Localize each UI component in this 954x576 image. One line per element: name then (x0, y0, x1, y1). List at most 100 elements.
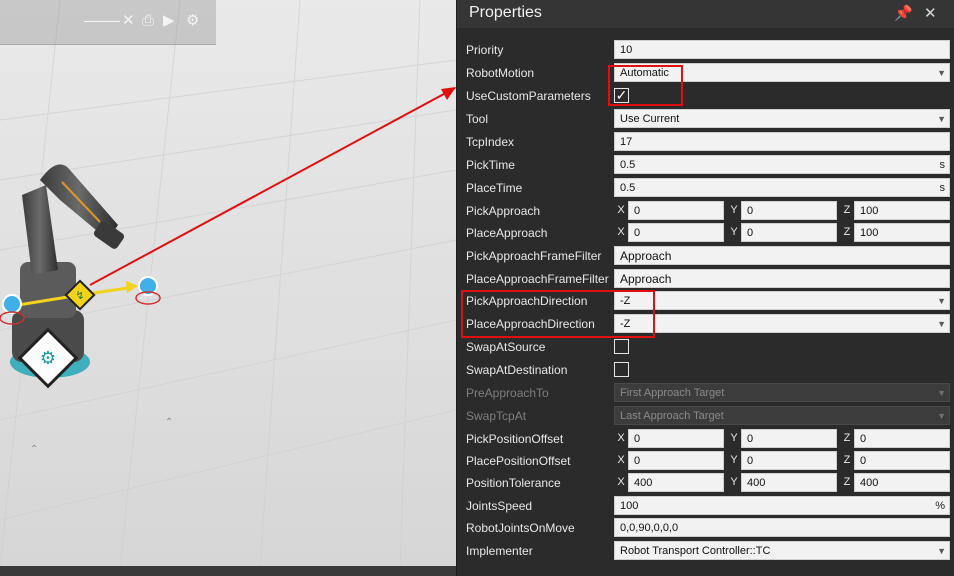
property-row-position-tolerance: PositionTolerance X 400 Y 400 Z 400 (457, 472, 954, 494)
joints-speed-value: 100 (620, 500, 639, 512)
chevron-down-icon: ▼ (937, 114, 946, 124)
pick-approach-y-input[interactable]: 0 (741, 201, 837, 220)
unit-label: % (935, 500, 945, 512)
z-axis-label: Z (840, 223, 854, 242)
property-row-place-approach-frame-filter: PlaceApproachFrameFilter Approach (457, 268, 954, 290)
viewport-toolbar: ✕ ⎙ ▶ ⚙ (0, 0, 216, 45)
pick-time-value: 0.5 (620, 159, 636, 171)
swap-tcp-at-select: Last Approach Target ▼ (614, 406, 950, 425)
y-axis-label: Y (727, 473, 741, 492)
source-target-point (2, 294, 22, 314)
priority-input[interactable]: 10 (614, 40, 950, 59)
property-row-tcp-index: TcpIndex 17 (457, 131, 954, 153)
chevron-down-icon: ▼ (937, 388, 946, 398)
unit-label: s (939, 182, 946, 194)
property-row-implementer: Implementer Robot Transport Controller::… (457, 540, 954, 562)
swap-tcp-at-value: Last Approach Target (620, 410, 724, 422)
pick-approach-direction-select[interactable]: -Z ▼ (614, 291, 950, 310)
pick-approach-frame-filter-input[interactable]: Approach (614, 246, 950, 265)
z-axis-label: Z (840, 201, 854, 220)
property-label: SwapTcpAt (466, 409, 527, 423)
property-row-tool: Tool Use Current ▼ (457, 108, 954, 130)
tool-select[interactable]: Use Current ▼ (614, 109, 950, 128)
property-row-pick-position-offset: PickPositionOffset X 0 Y 0 Z 0 (457, 428, 954, 450)
pdf-export-icon[interactable]: ⎙ (142, 10, 154, 32)
place-approach-z-input[interactable]: 100 (854, 223, 950, 242)
property-label: SwapAtDestination (466, 363, 568, 377)
pick-approach-x-input[interactable]: 0 (628, 201, 724, 220)
place-time-input[interactable]: 0.5 s (614, 178, 950, 197)
pick-time-input[interactable]: 0.5 s (614, 155, 950, 174)
place-approach-frame-filter-value: Approach (620, 272, 672, 286)
x-axis-label: X (614, 223, 628, 242)
close-icon[interactable]: ✕ (924, 4, 937, 22)
annotation-arrow-line (89, 87, 456, 286)
place-position-offset-x-input[interactable]: 0 (628, 451, 724, 470)
y-axis-label: Y (727, 429, 741, 448)
x-axis-label: X (614, 429, 628, 448)
robot-motion-value: Automatic (620, 67, 669, 79)
swap-at-destination-checkbox[interactable] (614, 362, 629, 377)
tool-value: Use Current (620, 113, 680, 125)
implementer-select[interactable]: Robot Transport Controller::TC ▼ (614, 541, 950, 560)
property-label: PickTime (466, 158, 515, 172)
pick-position-offset-x-input[interactable]: 0 (628, 429, 724, 448)
property-label: PositionTolerance (466, 476, 561, 490)
3d-viewport[interactable]: ↯ ⚙ ⌃ ⌃ ✕ ⎙ ▶ ⚙ (0, 0, 456, 566)
place-position-offset-y-input[interactable]: 0 (741, 451, 837, 470)
robot-joints-on-move-value: 0,0,90,0,0,0 (620, 522, 679, 534)
swap-at-source-checkbox[interactable] (614, 339, 629, 354)
property-row-joints-speed: JointsSpeed 100% (457, 495, 954, 517)
svg-text:⌃: ⌃ (30, 444, 38, 455)
properties-panel: Properties 📌 ✕ Priority 10 RobotMotion A… (456, 0, 954, 576)
place-position-offset-z-input[interactable]: 0 (854, 451, 950, 470)
pin-icon[interactable]: 📌 (894, 4, 913, 22)
y-axis-label: Y (727, 201, 741, 220)
property-label: PlacePositionOffset (466, 454, 571, 468)
position-tolerance-x-input[interactable]: 400 (628, 473, 724, 492)
scene-canvas: ↯ ⚙ ⌃ ⌃ (0, 0, 456, 566)
property-label: UseCustomParameters (466, 89, 591, 103)
property-row-pick-time: PickTime 0.5 s (457, 154, 954, 176)
property-row-swap-tcp-at: SwapTcpAt Last Approach Target ▼ (457, 405, 954, 427)
position-tolerance-y-input[interactable]: 400 (741, 473, 837, 492)
place-approach-direction-select[interactable]: -Z ▼ (614, 314, 950, 333)
chevron-down-icon: ▼ (937, 411, 946, 421)
property-row-pre-approach-to: PreApproachTo First Approach Target ▼ (457, 382, 954, 404)
property-label: RobotMotion (466, 66, 535, 80)
video-record-icon[interactable]: ▶ (163, 10, 175, 32)
joints-speed-input[interactable]: 100% (614, 496, 950, 515)
tcp-index-input[interactable]: 17 (614, 132, 950, 151)
property-row-place-time: PlaceTime 0.5 s (457, 177, 954, 199)
chevron-down-icon: ▼ (937, 68, 946, 78)
svg-text:⚙: ⚙ (40, 348, 56, 369)
use-custom-parameters-checkbox[interactable]: ✓ (614, 88, 629, 103)
measure-icon[interactable]: ✕ (122, 10, 135, 32)
unit-label: s (939, 159, 946, 171)
robot-arm (10, 164, 125, 378)
place-approach-x-input[interactable]: 0 (628, 223, 724, 242)
property-label: PlaceApproachDirection (466, 317, 595, 331)
property-label: PlaceTime (466, 181, 523, 195)
x-axis-label: X (614, 473, 628, 492)
position-tolerance-z-input[interactable]: 400 (854, 473, 950, 492)
property-label: PickPositionOffset (466, 432, 564, 446)
property-label: TcpIndex (466, 135, 515, 149)
property-row-use-custom-parameters: UseCustomParameters ✓ (457, 85, 954, 107)
property-label: JointsSpeed (466, 499, 533, 513)
pick-position-offset-z-input[interactable]: 0 (854, 429, 950, 448)
place-approach-frame-filter-input[interactable]: Approach (614, 269, 950, 288)
pick-position-offset-y-input[interactable]: 0 (741, 429, 837, 448)
pick-approach-z-input[interactable]: 100 (854, 201, 950, 220)
vr-settings-icon[interactable]: ⚙ (186, 10, 199, 32)
y-axis-label: Y (727, 451, 741, 470)
property-label: RobotJointsOnMove (466, 521, 575, 535)
place-approach-y-input[interactable]: 0 (741, 223, 837, 242)
robot-motion-select[interactable]: Automatic ▼ (614, 63, 950, 82)
property-label: Priority (466, 43, 504, 57)
z-axis-label: Z (840, 473, 854, 492)
property-row-robot-joints-on-move: RobotJointsOnMove 0,0,90,0,0,0 (457, 517, 954, 539)
robot-joints-on-move-input[interactable]: 0,0,90,0,0,0 (614, 518, 950, 537)
property-label: SwapAtSource (466, 340, 546, 354)
pre-approach-to-select: First Approach Target ▼ (614, 383, 950, 402)
